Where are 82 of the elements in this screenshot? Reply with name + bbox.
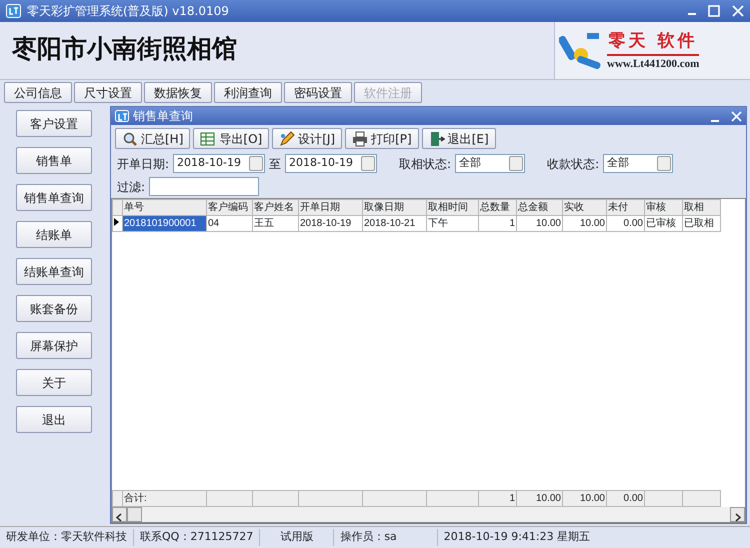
table-cell: 已取相 <box>682 216 720 232</box>
column-header[interactable]: 取相 <box>682 200 720 216</box>
logo-url: www.Lt441200.com <box>607 54 700 72</box>
sidebar-button[interactable]: 账套备份 <box>16 295 92 322</box>
sidebar-button[interactable]: 客户设置 <box>16 110 92 137</box>
close-icon <box>731 110 742 122</box>
toolbar-button[interactable]: 打印[P] <box>345 128 419 149</box>
tab-button[interactable]: 利润查询 <box>214 82 282 103</box>
table-cell: 2018-10-19 <box>298 216 362 232</box>
column-header[interactable]: 开单日期 <box>298 200 362 216</box>
status-text: 试用版 <box>260 529 334 546</box>
date-field[interactable]: 2018-10-19 <box>173 154 266 173</box>
table-cell: 10.00 <box>562 216 606 232</box>
totals-cell: 10.00 <box>562 490 606 506</box>
table-cell: 下午 <box>426 216 478 232</box>
tab-button[interactable]: 数据恢复 <box>144 82 212 103</box>
field-label: 过滤: <box>117 178 146 196</box>
column-header[interactable]: 实收 <box>562 200 606 216</box>
window-icon <box>115 110 129 122</box>
toolbar-button[interactable]: 导出[O] <box>193 128 270 149</box>
door-icon <box>428 130 445 146</box>
tab-button[interactable]: 公司信息 <box>4 82 72 103</box>
totals-cell: 0.00 <box>606 490 644 506</box>
toolbar-button[interactable]: 设计[J] <box>272 128 342 149</box>
status-text: 联系QQ：271125727 <box>134 529 260 546</box>
toolbar-button[interactable]: 退出[E] <box>422 128 496 149</box>
horizontal-scrollbar[interactable] <box>112 507 745 522</box>
spreadsheet-icon <box>200 130 216 146</box>
table-cell: 2018101900001 <box>122 216 206 232</box>
column-header[interactable]: 未付 <box>606 200 644 216</box>
field-label: 至 <box>269 156 282 172</box>
field-label: 收款状态: <box>547 156 600 172</box>
minimize-icon <box>711 120 719 122</box>
column-header[interactable]: 总数量 <box>478 200 516 216</box>
table-cell: 已审核 <box>644 216 682 232</box>
logo-text: 零天 软件 <box>608 30 699 52</box>
table-cell: 0.00 <box>606 216 644 232</box>
close-icon <box>732 5 744 17</box>
table-cell: 10.00 <box>516 216 562 232</box>
filter-input[interactable] <box>149 177 260 196</box>
sidebar-button[interactable]: 退出 <box>16 406 92 433</box>
table-cell: 2018-10-21 <box>362 216 426 232</box>
table-cell: 04 <box>206 216 252 232</box>
column-header[interactable]: 客户编码 <box>206 200 252 216</box>
dropdown-field[interactable]: 全部 <box>603 154 674 173</box>
totals-cell: 10.00 <box>516 490 562 506</box>
maximize-icon <box>708 5 720 17</box>
status-text: 2018-10-19 9:41:23 星期五 <box>442 529 592 546</box>
table-cell: 王五 <box>252 216 298 232</box>
sidebar-button[interactable]: 屏幕保护 <box>16 332 92 359</box>
status-text: 操作员：sa <box>334 529 438 546</box>
sidebar-button[interactable]: 结账单 <box>16 221 92 248</box>
column-header[interactable]: 单号 <box>122 200 206 216</box>
studio-name: 枣阳市小南街照相馆 <box>10 33 238 65</box>
tab-button[interactable]: 密码设置 <box>284 82 352 103</box>
sidebar-button[interactable]: 销售单 <box>16 147 92 174</box>
sidebar-button[interactable]: 关于 <box>16 369 92 396</box>
column-header[interactable]: 取像日期 <box>362 200 426 216</box>
app-icon <box>6 4 21 18</box>
column-header[interactable]: 客户姓名 <box>252 200 298 216</box>
window-title: 零天彩扩管理系统(普及版) v18.0109 <box>27 3 229 20</box>
toolbar-button[interactable]: 汇总[H] <box>115 128 190 149</box>
magnifier-icon <box>122 130 138 146</box>
totals-cell: 1 <box>478 490 516 506</box>
status-text: 研发单位：零天软件科技 <box>0 529 134 546</box>
table-cell: 1 <box>478 216 516 232</box>
printer-icon <box>352 130 368 146</box>
child-window-title: 销售单查询 <box>133 108 193 125</box>
minimize-icon <box>688 13 696 15</box>
pencil-icon <box>279 130 296 146</box>
tab-button[interactable]: 尺寸设置 <box>74 82 142 103</box>
field-label: 取相状态: <box>399 156 452 172</box>
scrollbar-thumb[interactable] <box>127 507 142 522</box>
sidebar-button[interactable]: 销售单查询 <box>16 184 92 211</box>
field-label: 开单日期: <box>117 156 170 172</box>
column-header[interactable]: 审核 <box>644 200 682 216</box>
dropdown-field[interactable]: 全部 <box>455 154 526 173</box>
column-header[interactable]: 取相时间 <box>426 200 478 216</box>
date-field[interactable]: 2018-10-19 <box>285 154 378 173</box>
sidebar-button[interactable]: 结账单查询 <box>16 258 92 285</box>
column-header[interactable]: 总金额 <box>516 200 562 216</box>
totals-label: 合计: <box>122 490 206 506</box>
